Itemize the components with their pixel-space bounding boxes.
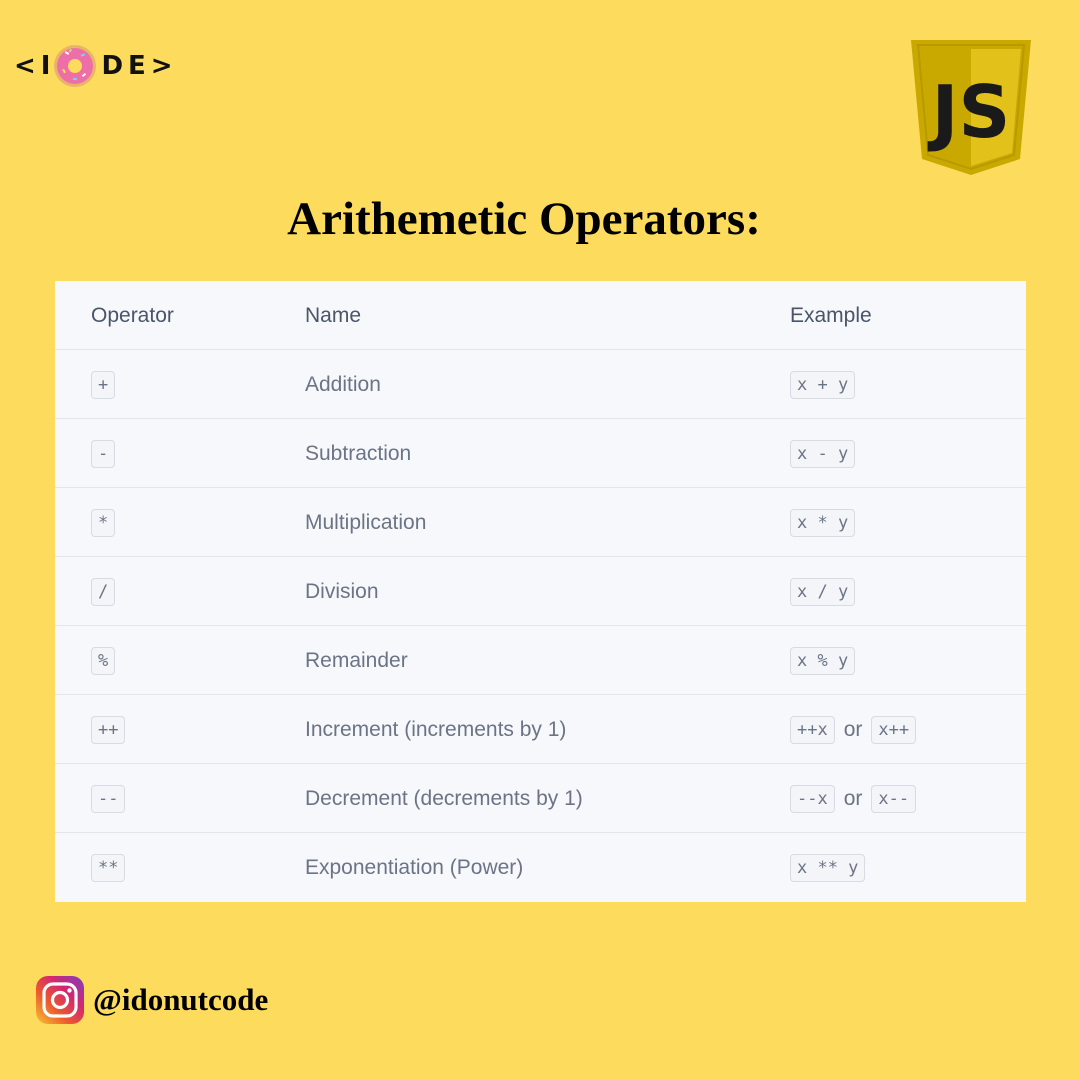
operator-code: % xyxy=(91,646,116,675)
example-code: --x xyxy=(790,784,835,813)
header-example: Example xyxy=(790,303,872,327)
example-code: x + y xyxy=(790,370,856,399)
table-row: ++ Increment (increments by 1) ++x or x+… xyxy=(55,695,1026,764)
donut-icon xyxy=(54,44,100,87)
operators-table: Operator Name Example + Addition x + y -… xyxy=(55,281,1026,902)
operator-name: Decrement (decrements by 1) xyxy=(305,786,583,810)
example-code: x ** y xyxy=(790,853,866,882)
instagram-icon xyxy=(36,976,84,1024)
handle-text: @idonutcode xyxy=(93,982,269,1017)
operator-name: Division xyxy=(305,579,379,603)
operator-code: ** xyxy=(91,853,126,882)
operator-code: -- xyxy=(91,784,126,813)
table-row: -- Decrement (decrements by 1) --x or x-… xyxy=(55,764,1026,833)
or-separator: or xyxy=(843,786,863,810)
javascript-shield-icon: JS xyxy=(911,40,1031,175)
operator-code: / xyxy=(91,577,116,606)
table-row: % Remainder x % y xyxy=(55,626,1026,695)
operator-code: + xyxy=(91,370,116,399)
example-code: x % y xyxy=(790,646,856,675)
operator-name: Exponentiation (Power) xyxy=(305,855,524,879)
table-row: * Multiplication x * y xyxy=(55,488,1026,557)
logo-text-left: <I xyxy=(14,51,56,81)
header-name: Name xyxy=(305,303,362,327)
operator-name: Addition xyxy=(305,372,381,396)
example-code: x / y xyxy=(790,577,856,606)
js-badge-text: JS xyxy=(927,70,1011,154)
example-code: x * y xyxy=(790,508,856,537)
example-code-alt: x++ xyxy=(871,715,917,744)
logo-text-right: DE> xyxy=(101,51,178,81)
or-separator: or xyxy=(843,717,863,741)
operator-code: ++ xyxy=(91,715,126,744)
operator-name: Remainder xyxy=(305,648,408,672)
operator-name: Increment (increments by 1) xyxy=(305,717,567,741)
table-row: ** Exponentiation (Power) x ** y xyxy=(55,833,1026,902)
table-header-row: Operator Name Example xyxy=(55,281,1026,350)
page-title: Arithemetic Operators: xyxy=(287,193,761,245)
operator-name: Multiplication xyxy=(305,510,427,534)
operator-name: Subtraction xyxy=(305,441,412,465)
operator-code: - xyxy=(91,439,116,468)
brand-logo: <I DE> xyxy=(14,42,178,90)
social-handle[interactable]: @idonutcode xyxy=(35,975,268,1025)
example-code-alt: x-- xyxy=(871,784,917,813)
table-row: / Division x / y xyxy=(55,557,1026,626)
table-row: - Subtraction x - y xyxy=(55,419,1026,488)
header-operator: Operator xyxy=(91,303,174,327)
operator-code: * xyxy=(91,508,116,537)
table-row: + Addition x + y xyxy=(55,350,1026,419)
example-code: x - y xyxy=(790,439,856,468)
example-code: ++x xyxy=(790,715,835,744)
